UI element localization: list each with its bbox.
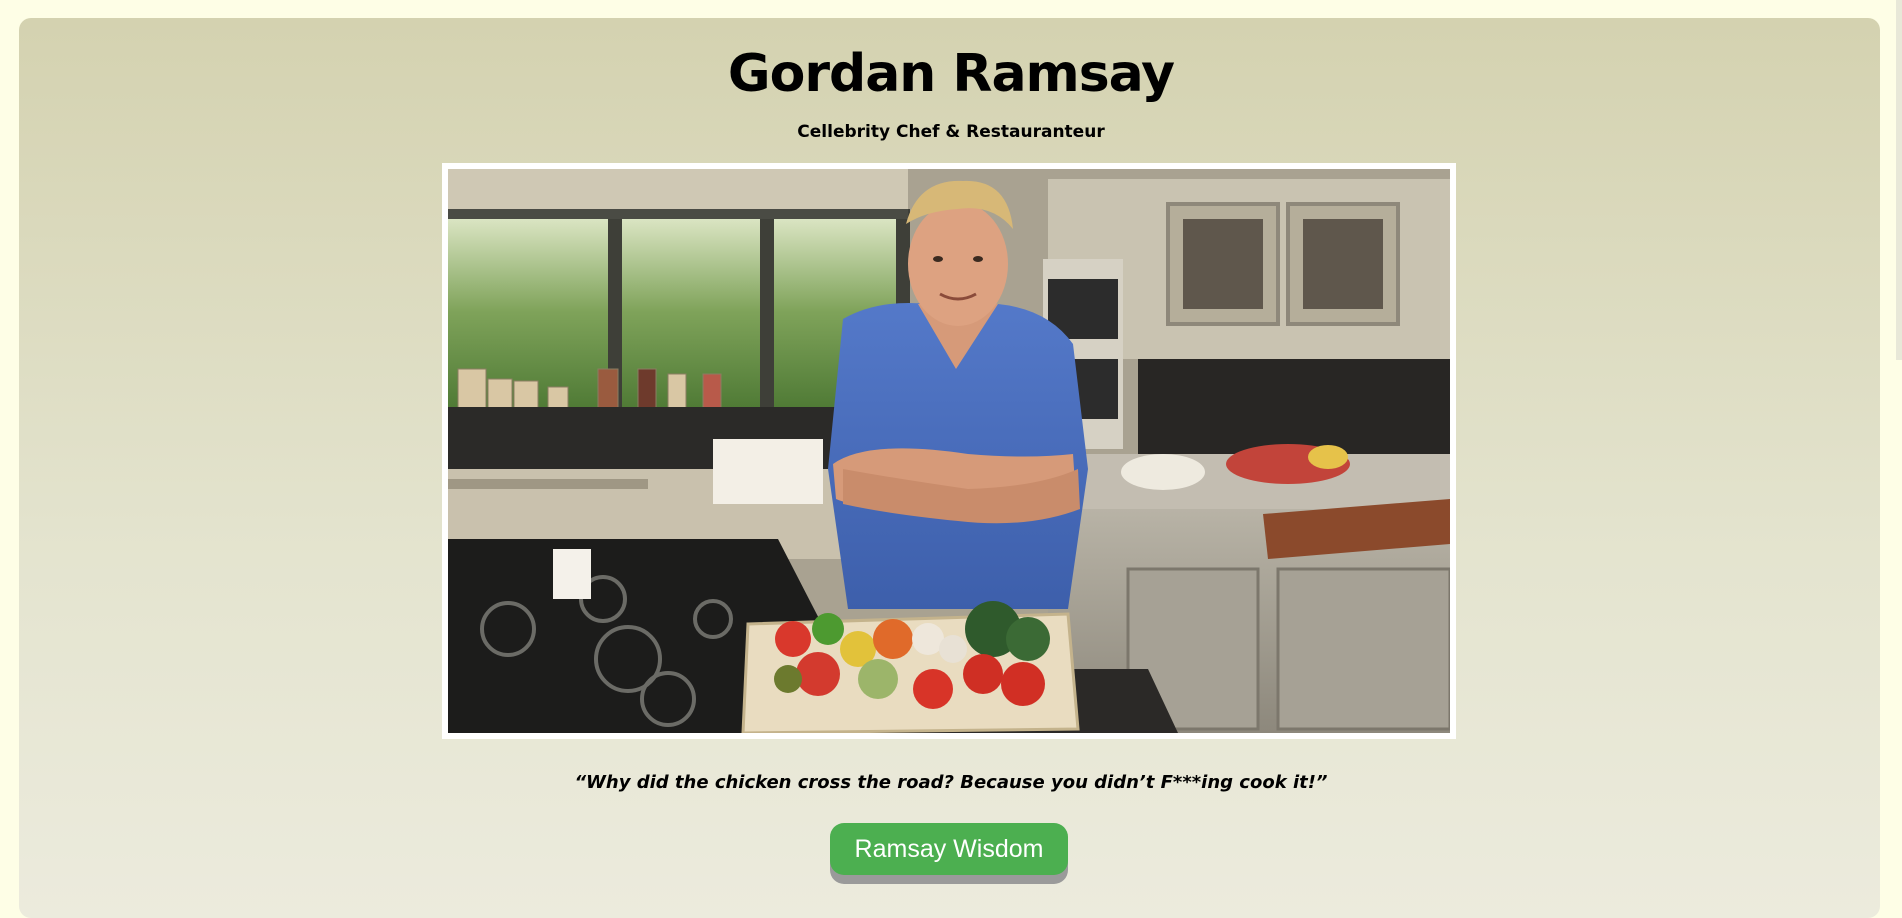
page-subtitle: Cellebrity Chef & Restauranteur bbox=[797, 122, 1105, 142]
chef-photo bbox=[448, 169, 1450, 733]
ramsay-wisdom-button[interactable]: Ramsay Wisdom bbox=[830, 823, 1068, 875]
page-title: Gordan Ramsay bbox=[727, 44, 1175, 104]
photo-frame bbox=[442, 163, 1456, 739]
page-scrollbar[interactable] bbox=[1896, 0, 1902, 360]
ramsay-quote: “Why did the chicken cross the road? Bec… bbox=[574, 772, 1328, 793]
